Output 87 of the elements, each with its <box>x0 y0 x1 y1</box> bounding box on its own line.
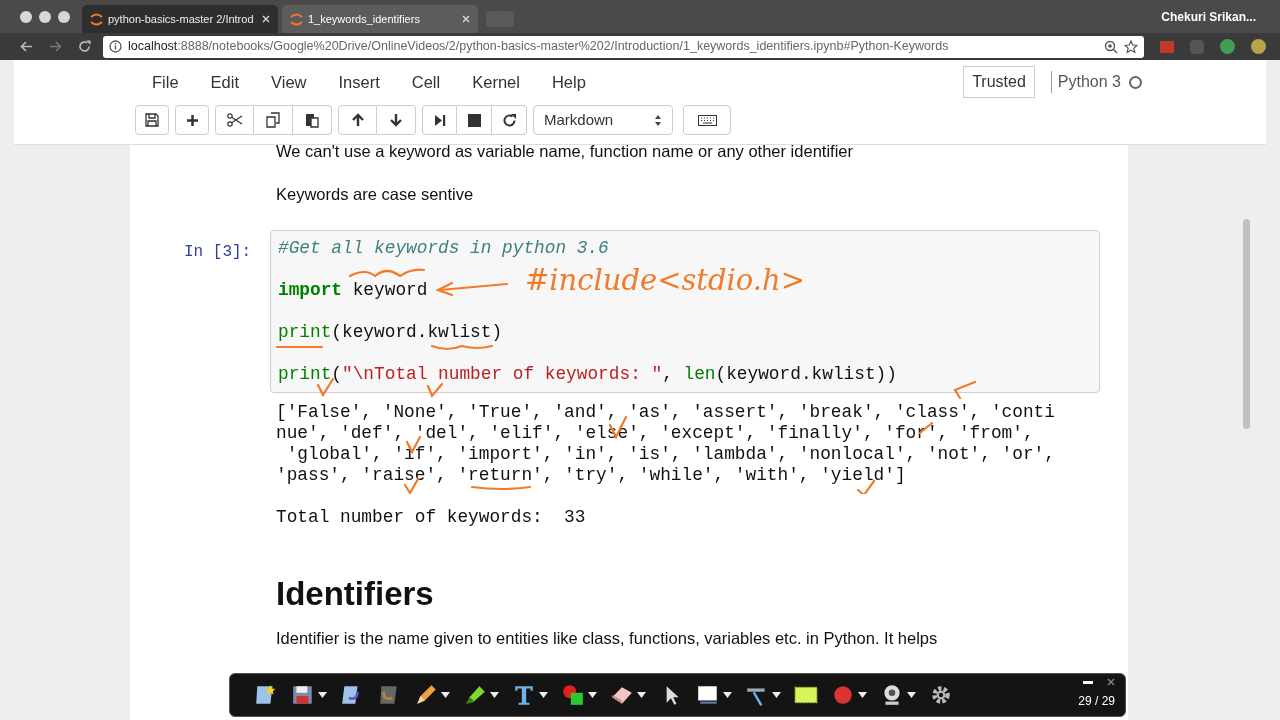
menu-item[interactable]: Insert <box>322 69 396 95</box>
copy-icon <box>265 112 281 128</box>
stop-icon <box>467 113 481 127</box>
plus-icon <box>185 113 199 127</box>
zoom-icon[interactable] <box>1104 39 1118 54</box>
reload-icon[interactable] <box>78 40 91 53</box>
menu-item[interactable]: Cell <box>395 69 457 95</box>
section-heading: Identifiers <box>275 574 435 614</box>
output-line: Total number of keywords: 33 <box>276 507 587 528</box>
code-line: import keyword <box>278 280 429 301</box>
record-icon[interactable] <box>831 683 855 707</box>
menu-item[interactable]: Kernel <box>456 69 536 95</box>
caret-icon[interactable] <box>318 692 327 698</box>
close-icon[interactable] <box>1107 678 1115 686</box>
trusted-indicator[interactable]: Trusted <box>963 66 1035 98</box>
extension-icon[interactable] <box>1251 39 1266 54</box>
code-line: print(keyword.kwlist) <box>278 322 504 343</box>
new-page-icon[interactable] <box>254 683 278 707</box>
arrow-down-icon <box>389 113 403 127</box>
run-button[interactable] <box>422 105 457 135</box>
caret-icon[interactable] <box>441 692 450 698</box>
screen-icon[interactable] <box>696 683 720 707</box>
scissors-icon <box>226 113 243 127</box>
stop-button[interactable] <box>457 105 492 135</box>
star-icon[interactable] <box>1124 39 1138 54</box>
keyboard-icon <box>697 114 717 126</box>
copy-button[interactable] <box>254 105 293 135</box>
close-tab-icon[interactable] <box>262 15 270 23</box>
caret-icon[interactable] <box>637 692 646 698</box>
jupyter-logo-icon <box>290 12 303 26</box>
restart-icon <box>501 112 517 128</box>
page-counter: 29 / 29 <box>1078 693 1115 710</box>
code-line: print("\nTotal number of keywords: ", len(keyword.kwlist)) <box>278 364 898 385</box>
text-tool-icon[interactable] <box>512 683 536 707</box>
paste-button[interactable] <box>293 105 332 135</box>
move-up-button[interactable] <box>338 105 377 135</box>
scrollbar-thumb[interactable] <box>1242 219 1250 429</box>
kernel-name: Python 3 <box>1057 72 1121 92</box>
shapes-icon[interactable] <box>561 683 585 707</box>
menu-item[interactable]: Edit <box>194 69 256 95</box>
close-tab-icon[interactable] <box>462 15 470 23</box>
address-bar[interactable]: localhost:8888/notebooks/Google%20Drive/OnlineVideos/2/python-basics-master%202/Introduction/1_keywords_identifiers.ipynb#Python-Keywords <box>103 35 1144 58</box>
caret-icon[interactable] <box>588 692 597 698</box>
paste-icon <box>304 112 320 128</box>
highlighter-icon[interactable] <box>463 683 487 707</box>
minimize-icon[interactable] <box>1083 680 1093 684</box>
input-prompt: In [3]: <box>184 242 253 263</box>
caret-icon[interactable] <box>858 692 867 698</box>
info-icon[interactable] <box>109 40 122 53</box>
jupyter-logo-icon <box>90 12 103 26</box>
notebook-text: Identifier is the name given to entities like class, functions, variables etc. in Python. It helps <box>275 628 939 648</box>
pencil-icon[interactable] <box>414 683 438 707</box>
forward-icon[interactable] <box>49 41 62 52</box>
cut-button[interactable] <box>215 105 254 135</box>
account-extension-icon[interactable] <box>1220 39 1235 54</box>
back-icon[interactable] <box>20 41 33 52</box>
profile-name[interactable]: Chekuri Srikan... <box>1161 8 1256 26</box>
caret-icon[interactable] <box>723 692 732 698</box>
url-text: localhost:8888/notebooks/Google%20Drive/OnlineVideos/2/python-basics-master%202/Introduction/1_keywords_identifiers.ipynb#Python-Keywords <box>128 38 950 56</box>
code-line: #Get all keywords in python 3.6 <box>278 238 610 259</box>
arrow-up-icon <box>350 113 365 127</box>
output-line: 'global', 'if', 'import', 'in', 'is', 'lambda', 'nonlocal', 'not', 'or', <box>285 444 1056 465</box>
caret-icon[interactable] <box>772 692 781 698</box>
menu-item[interactable]: View <box>255 69 323 95</box>
settings-icon[interactable] <box>929 683 953 707</box>
move-down-button[interactable] <box>377 105 416 135</box>
step-forward-icon <box>433 113 446 127</box>
menu-item[interactable]: Help <box>535 69 602 95</box>
output-line: ['False', 'None', 'True', 'and', 'as', 'assert', 'break', 'class', 'conti <box>276 402 1056 423</box>
caret-icon[interactable] <box>490 692 499 698</box>
caret-icon[interactable] <box>539 692 548 698</box>
browser-tab[interactable]: python-basics-master 2/Introd <box>82 5 278 33</box>
updown-caret-icon <box>654 113 662 127</box>
save-button[interactable] <box>135 105 169 135</box>
notebook-text: Keywords are case sentive <box>276 184 475 204</box>
cell-type-dropdown[interactable]: Markdown <box>533 105 673 135</box>
handwritten-annotation: #include<stdio.h> <box>525 264 805 296</box>
caret-icon[interactable] <box>907 692 916 698</box>
menu-item[interactable]: File <box>135 69 195 95</box>
restart-button[interactable] <box>492 105 527 135</box>
save-icon <box>145 113 159 127</box>
keyboard-shortcuts-button[interactable] <box>683 105 731 135</box>
output-line: 'pass', 'raise', 'return', 'try', 'while', 'with', 'yield'] <box>276 465 907 486</box>
notebook-text: We can't use a keyword as variable name, function name or any other identifier <box>276 141 854 161</box>
add-cell-button[interactable] <box>175 105 209 135</box>
kernel-idle-icon <box>1129 75 1142 89</box>
browser-tab[interactable]: 1_keywords_identifiers <box>282 5 478 33</box>
